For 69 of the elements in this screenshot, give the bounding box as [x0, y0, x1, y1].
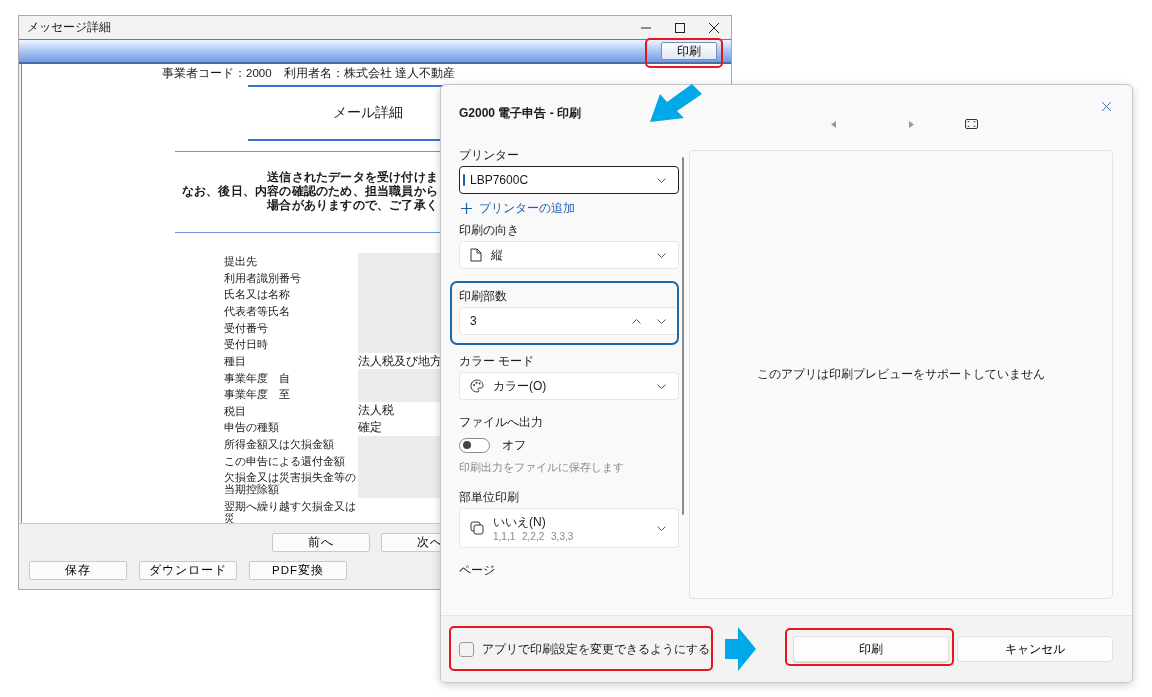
settings-checkbox[interactable]: アプリで印刷設定を変更できるようにする [459, 640, 710, 658]
notice-text: 送信されたデータを受け付けま [267, 170, 438, 184]
setting-label: 印刷部数 [459, 288, 508, 304]
setting-label: カラー モード [459, 353, 536, 369]
checkbox[interactable] [459, 641, 474, 657]
maximize-icon[interactable] [675, 22, 685, 33]
dropdown-field[interactable]: カラー(O) [459, 372, 679, 400]
setting-label: 印刷の向き [459, 222, 520, 238]
previous-icon[interactable] [831, 120, 836, 128]
dialog-button[interactable]: キャンセル [957, 636, 1113, 662]
close-icon[interactable] [709, 22, 719, 33]
field-label: 利用者識別番号 [224, 270, 302, 286]
dropdown-field[interactable]: 縦 [459, 241, 679, 269]
field-label: 事業年度 至 [224, 387, 291, 403]
dropdown-field[interactable]: LBP7600C [459, 166, 679, 194]
chevron-down-icon [657, 177, 666, 183]
field-value: 法人税及び地方 [358, 353, 443, 369]
field-label: 受付日時 [224, 337, 269, 353]
arrow-icon [725, 627, 756, 671]
user-info: 事業者コード：2000 利用者名：株式会社 達人不動産 [162, 66, 456, 80]
plus-icon [461, 202, 472, 214]
field-label: 欠損金又は災害損失金等の当期控除額 [224, 470, 357, 498]
chevron-down-icon[interactable] [657, 318, 666, 324]
field-label: 所得金額又は欠損金額 [224, 437, 335, 453]
field-label: この申告による還付金額 [224, 453, 346, 469]
field-label: 提出先 [224, 254, 258, 270]
setting-label: ページ [459, 562, 496, 578]
field-label: 翌期へ繰り越す欠損金又は災 [224, 498, 357, 523]
arrow-icon [648, 84, 702, 124]
notice-text: 場合がありますので、ご了承く [267, 198, 438, 212]
print-button[interactable]: 印刷 [661, 42, 717, 60]
chevron-down-icon [657, 525, 666, 531]
window-title: メッセージ詳細 [27, 19, 111, 36]
field-value: 確定 [358, 420, 383, 436]
setting-label: プリンター [459, 147, 520, 163]
field-label: 税目 [224, 403, 247, 419]
page-heading: メール詳細 [333, 104, 403, 122]
page-icon [470, 248, 482, 262]
dialog-title: G2000 電子申告 - 印刷 [459, 105, 583, 121]
toggle-state: オフ [502, 436, 526, 454]
setting-label: 部単位印刷 [459, 489, 520, 505]
next-icon[interactable] [909, 120, 914, 128]
action-button[interactable]: ダウンロード [139, 561, 237, 580]
toggle-switch[interactable] [459, 437, 490, 453]
field-label: 種目 [224, 353, 247, 369]
action-button[interactable]: 保存 [29, 561, 127, 580]
scrollbar[interactable] [682, 157, 684, 515]
notice-text: なお、後日、内容の確認のため、担当職員から [181, 184, 438, 198]
field-label: 申告の種類 [224, 420, 280, 436]
number-field[interactable]: 3 [459, 307, 679, 335]
dialog-button[interactable]: 印刷 [793, 636, 949, 662]
dropdown-field[interactable]: いいえ(N) 1,1,1 2,2,2 3,3,3 [459, 508, 679, 548]
fit-page-icon[interactable] [965, 119, 978, 129]
add-printer-link[interactable]: プリンターの追加 [461, 200, 679, 216]
copies-icon [470, 521, 484, 535]
field-label: 事業年度 自 [224, 370, 291, 386]
setting-label: ファイルへ出力 [459, 414, 544, 430]
nav-button[interactable]: 前へ [272, 533, 370, 552]
field-label: 受付番号 [224, 320, 269, 336]
chevron-up-icon[interactable] [632, 318, 641, 324]
hint-text: 印刷出力をファイルに保存します [459, 460, 625, 475]
field-label: 代表者等氏名 [224, 304, 291, 320]
preview-message: このアプリは印刷プレビューをサポートしていません [757, 366, 1045, 383]
field-label: 氏名又は名称 [224, 287, 291, 303]
action-button[interactable]: PDF変換 [249, 561, 347, 580]
chevron-down-icon [657, 252, 666, 258]
field-value: 法人税 [358, 403, 395, 419]
palette-icon [470, 379, 484, 393]
chevron-down-icon [657, 383, 666, 389]
